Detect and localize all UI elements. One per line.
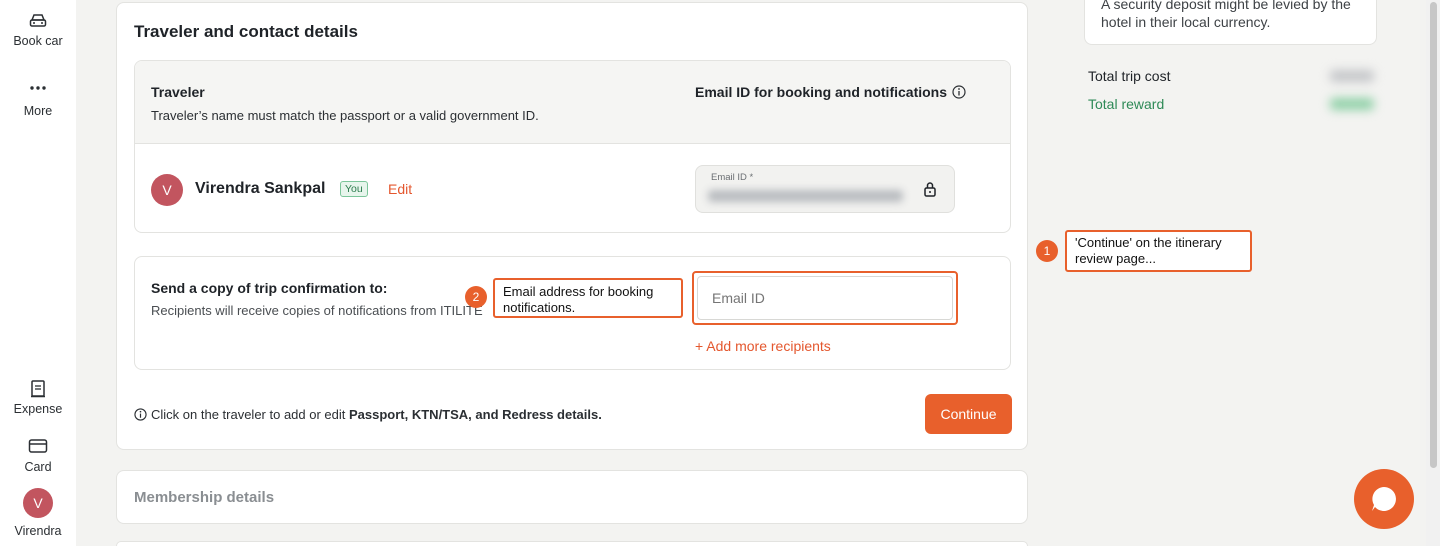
total-reward-label: Total reward	[1088, 96, 1165, 112]
annotation-number-2: 2	[465, 286, 487, 308]
recipient-email-input-highlight	[692, 271, 958, 325]
edit-traveler-link[interactable]: Edit	[388, 181, 412, 197]
credit-card-icon	[0, 438, 76, 456]
more-dots-icon	[0, 82, 76, 100]
nav-expense-label: Expense	[13, 402, 63, 416]
traveler-subtitle: Traveler’s name must match the passport …	[151, 108, 539, 123]
deposit-note-card: A security deposit might be levied by th…	[1084, 0, 1377, 45]
email-heading: Email ID for booking and notifications	[695, 84, 948, 100]
total-trip-cost-label: Total trip cost	[1088, 68, 1171, 84]
traveler-name[interactable]: Virendra Sankpal	[195, 180, 325, 198]
continue-button[interactable]: Continue	[925, 394, 1012, 434]
traveler-box: Traveler Traveler’s name must match the …	[134, 60, 1011, 233]
send-copy-subtitle: Recipients will receive copies of notifi…	[151, 303, 483, 318]
lock-icon	[923, 181, 937, 202]
add-more-recipients-link[interactable]: + Add more recipients	[695, 338, 831, 354]
chat-support-button[interactable]	[1354, 469, 1414, 529]
passport-footnote: Click on the traveler to add or edit Pas…	[134, 407, 602, 422]
avatar: V	[23, 488, 53, 518]
nav-user-name: Virendra	[14, 524, 62, 538]
email-field-label: Email ID *	[711, 172, 754, 183]
nav-more-label: More	[23, 104, 53, 118]
email-field-value-redacted	[708, 190, 903, 202]
page-scrollbar[interactable]	[1426, 0, 1440, 546]
recipient-email-input[interactable]	[697, 276, 953, 320]
car-icon	[0, 12, 76, 30]
traveler-contact-card: Traveler and contact details Traveler Tr…	[116, 2, 1028, 450]
footnote-text: Click on the traveler to add or edit	[151, 407, 349, 422]
receipt-icon	[0, 380, 76, 398]
traveler-avatar[interactable]: V	[151, 174, 183, 206]
annotation-number-1: 1	[1036, 240, 1058, 262]
nav-more[interactable]: More	[0, 82, 76, 118]
nav-book-car-label: Book car	[13, 34, 63, 48]
nav-user-profile[interactable]: V Virendra	[0, 488, 76, 538]
info-icon	[134, 408, 147, 421]
left-navigation: Book car More Expense Card V Virendra	[0, 0, 76, 546]
nav-card-label: Card	[24, 460, 52, 474]
membership-details-section[interactable]: Membership details	[116, 470, 1028, 524]
nav-card[interactable]: Card	[0, 438, 76, 474]
total-reward-value-redacted	[1330, 98, 1374, 110]
nav-book-car[interactable]: Book car	[0, 12, 76, 48]
you-badge: You	[340, 181, 368, 197]
traveler-email-field: Email ID *	[695, 165, 955, 213]
send-copy-heading: Send a copy of trip confirmation to:	[151, 280, 388, 296]
scrollbar-thumb[interactable]	[1430, 2, 1437, 468]
traveler-heading: Traveler	[151, 84, 205, 100]
annotation-note-1: 'Continue' on the itinerary review page.…	[1065, 230, 1252, 272]
total-trip-cost-value-redacted	[1330, 70, 1374, 82]
info-icon[interactable]	[952, 85, 966, 104]
deposit-note: A security deposit might be levied by th…	[1101, 0, 1351, 30]
page-title: Traveler and contact details	[134, 22, 358, 41]
annotation-note-2: Email address for booking notifications.	[493, 278, 683, 318]
next-section-card	[116, 541, 1028, 546]
chat-bubble-icon	[1372, 487, 1396, 511]
nav-expense[interactable]: Expense	[0, 380, 76, 416]
traveler-box-header: Traveler Traveler’s name must match the …	[135, 61, 1010, 144]
membership-heading: Membership details	[134, 489, 275, 506]
footnote-bold-text: Passport, KTN/TSA, and Redress details.	[349, 407, 602, 422]
